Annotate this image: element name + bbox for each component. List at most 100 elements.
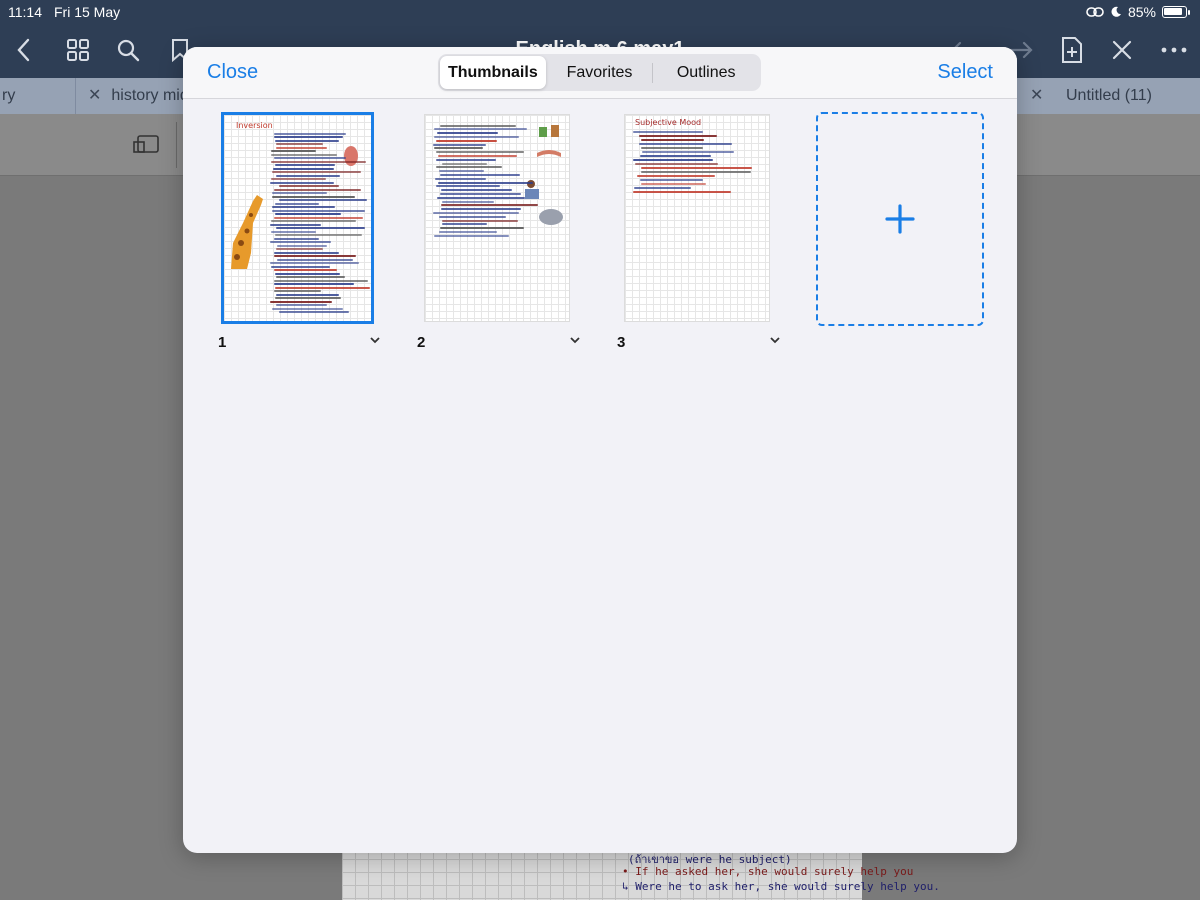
handwriting-line (274, 238, 319, 240)
handwriting-line (274, 280, 368, 282)
handwriting-line (276, 227, 365, 229)
handwriting-line (276, 143, 323, 145)
handwriting-line (640, 179, 703, 181)
giraffe-illustration (231, 195, 263, 269)
toolbar-divider (176, 122, 177, 168)
handwriting-line (275, 203, 319, 205)
page-thumbnail-title: Inversion (236, 121, 273, 130)
handwriting-line (434, 128, 527, 130)
handwriting-line (273, 168, 334, 170)
handwriting-line (641, 139, 704, 141)
handwriting-line (279, 185, 339, 187)
search-icon[interactable] (112, 34, 144, 66)
handwriting-line (634, 187, 691, 189)
handwriting-line (274, 269, 337, 271)
handwriting-line (637, 175, 715, 177)
elephant-illustration (539, 209, 563, 225)
handwriting-line (436, 159, 496, 161)
background-text-line: ↳ Were he to ask her, she would surely h… (622, 880, 940, 893)
tab-favorites[interactable]: Favorites (547, 56, 653, 89)
handwriting-line (271, 154, 337, 156)
grid-icon[interactable] (62, 34, 94, 66)
handwriting-line (271, 161, 366, 163)
close-x-icon[interactable] (1106, 34, 1138, 66)
handwriting-line (633, 159, 713, 161)
handwriting-line (275, 273, 340, 275)
handwriting-line (274, 157, 346, 159)
handwriting-line (436, 140, 497, 142)
handwriting-line (435, 178, 486, 180)
handwriting-line (442, 220, 518, 222)
battery-percent: 85% (1127, 4, 1156, 20)
handwriting-line (442, 163, 487, 165)
back-chevron-icon[interactable] (8, 34, 40, 66)
handwriting-line (279, 199, 367, 201)
handwriting-line (437, 132, 498, 134)
handwriting-line (271, 178, 326, 180)
chevron-down-icon[interactable] (768, 333, 782, 347)
handwriting-line (439, 231, 497, 233)
handwriting-line (274, 133, 346, 135)
tab-close-icon[interactable]: ✕ (88, 87, 101, 104)
handwriting-line (437, 197, 525, 199)
handwriting-line (276, 294, 339, 296)
chevron-down-icon[interactable] (568, 333, 582, 347)
handwriting-line (276, 175, 340, 177)
handwriting-line (276, 276, 345, 278)
handwriting-line (436, 151, 524, 153)
handwriting-line (434, 136, 519, 138)
handwriting-line (271, 220, 356, 222)
page-number-2: 2 (417, 334, 426, 351)
handwriting-line (277, 245, 327, 247)
handwriting-line (274, 290, 321, 292)
handwriting-line (433, 212, 519, 214)
handwriting-line (439, 170, 484, 172)
close-button[interactable]: Close (207, 61, 258, 84)
add-page-icon[interactable] (1056, 34, 1088, 66)
page-navigator-modal: Close Thumbnails Favorites Outlines Sele… (183, 47, 1017, 853)
tab-close-next[interactable]: ✕ (1018, 78, 1054, 114)
handwriting-line (433, 144, 486, 146)
handwriting-line (271, 231, 316, 233)
handwriting-line (434, 147, 483, 149)
select-button[interactable]: Select (937, 61, 993, 84)
handwriting-line (277, 259, 353, 261)
tab-untitled-11[interactable]: Untitled (11) (1054, 78, 1200, 114)
chevron-down-icon[interactable] (368, 333, 382, 347)
pen-tool-icon[interactable] (132, 134, 160, 156)
more-icon[interactable] (1158, 34, 1190, 66)
tab-close-icon[interactable]: ✕ (1030, 87, 1043, 104)
modal-header: Close Thumbnails Favorites Outlines Sele… (183, 47, 1017, 99)
handwriting-line (276, 248, 323, 250)
page-number-3: 3 (617, 334, 626, 351)
handwriting-line (276, 304, 327, 306)
add-page-button[interactable] (816, 112, 984, 326)
battery-icon (1162, 6, 1187, 18)
handwriting-line (275, 297, 341, 299)
moon-icon (1111, 6, 1121, 17)
page-thumbnail-3[interactable]: Subjective Mood (625, 115, 769, 321)
handwriting-line (441, 189, 512, 191)
handwriting-line (640, 155, 711, 157)
handwriting-line (279, 311, 349, 313)
page-thumbnail-title: Subjective Mood (635, 118, 702, 127)
tab-outlines[interactable]: Outlines (653, 56, 759, 89)
handwriting-line (274, 255, 356, 257)
handwriting-line (274, 189, 361, 191)
handwriting-line (438, 182, 533, 184)
tab-thumbnails[interactable]: Thumbnails (440, 56, 546, 89)
handwriting-line (274, 283, 354, 285)
page-thumbnail-2[interactable] (425, 115, 569, 321)
handwriting-line (639, 143, 732, 145)
plant-illustration (539, 125, 559, 137)
handwriting-line (441, 204, 538, 206)
page-thumbnail-1[interactable]: Inversion (221, 112, 374, 324)
battery-cap (1188, 9, 1190, 15)
handwriting-line (440, 125, 516, 127)
page-number-1: 1 (218, 334, 227, 351)
tab-previous[interactable]: ry (0, 78, 76, 114)
handwriting-line (440, 227, 524, 229)
handwriting-line (275, 287, 370, 289)
status-right: 85% (1086, 4, 1190, 20)
handwriting-line (272, 308, 343, 310)
